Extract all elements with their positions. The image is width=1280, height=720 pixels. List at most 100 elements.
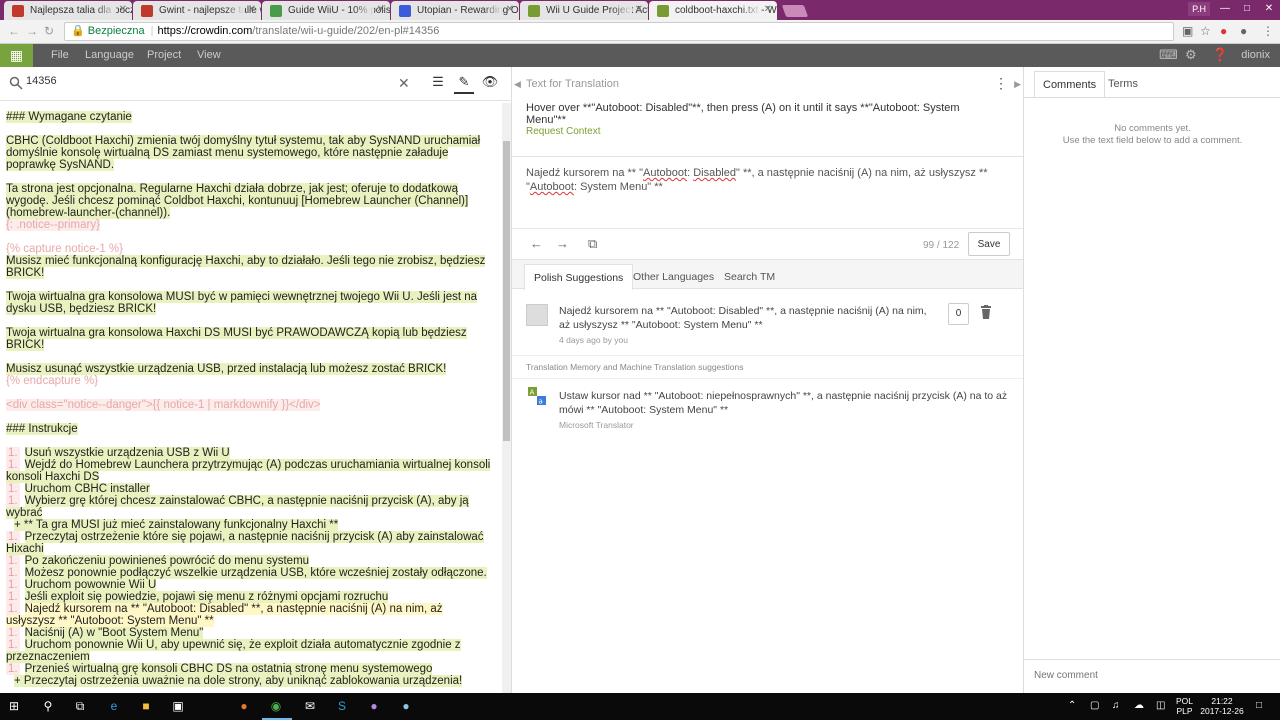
list-view-icon[interactable]: ☰ [428,74,448,94]
task-view-icon[interactable]: ⧉ [70,697,90,716]
store-icon[interactable]: ▣ [168,697,188,716]
suggestion-item[interactable]: Najedź kursorem na ** "Autoboot: Disable… [512,290,1023,356]
close-tab-icon[interactable]: ✕ [119,4,127,15]
file-explorer-icon[interactable]: ■ [136,697,156,716]
source-paragraph[interactable]: Twoja wirtualna gra konsolowa Haxchi DS … [6,327,494,351]
source-text[interactable]: CBHC (Coldboot Haxchi) zmienia twój domy… [6,135,481,171]
app-icon[interactable]: ● [364,697,384,716]
tab-comments[interactable]: Comments [1034,71,1106,98]
source-paragraph[interactable]: <div class="notice--danger">{{ notice-1 … [6,399,494,411]
list-item[interactable]: + Przeczytaj ostrzeżenia uważnie na dole… [6,675,494,687]
edit-mode-icon[interactable]: ✎ [454,74,474,94]
source-paragraph[interactable]: ### Instrukcje [6,423,494,435]
menu-view[interactable]: View [197,44,221,67]
step-text[interactable]: Usuń wszystkie urządzenia USB z Wii U [24,447,230,459]
browser-tab[interactable]: Gwint - najlepsze talie w ✕ [133,1,261,20]
url-bar[interactable]: 🔒 Bezpieczna | https://crowdin.com/transla… [64,22,1174,41]
source-paragraph[interactable]: CBHC (Coldboot Haxchi) zmienia twój domy… [6,135,494,171]
source-paragraph[interactable]: {% capture notice-1 %} [6,243,494,255]
source-text[interactable]: {% endcapture %} [6,375,98,387]
source-text[interactable]: {% capture notice-1 %} [6,243,123,255]
clear-search-icon[interactable]: ✕ [398,75,410,92]
close-tab-icon[interactable]: ✕ [377,4,385,15]
preview-eye-icon[interactable]: 👁 [480,74,500,94]
tab-other-languages[interactable]: Other Languages [624,264,723,290]
step-text[interactable]: + Przeczytaj ostrzeżenia uważnie na dole… [14,675,463,687]
suggestion-text[interactable]: Najedź kursorem na ** "Autoboot: Disable… [559,304,939,332]
close-window-icon[interactable]: ✕ [1258,0,1280,20]
volume-icon[interactable]: ♫ [1112,700,1120,711]
trash-icon[interactable] [980,305,992,319]
onedrive-icon[interactable]: ☁ [1134,700,1144,711]
battery-icon[interactable]: ◫ [1156,700,1165,711]
list-item[interactable]: 1. Najedź kursorem na ** "Autoboot: Disab… [6,603,494,627]
close-tab-icon[interactable]: ✕ [506,4,514,15]
save-button[interactable]: Save [968,232,1010,256]
maximize-icon[interactable]: □ [1236,0,1258,20]
step-text[interactable]: Możesz ponownie podłączyć wszelkie urząd… [24,567,487,579]
source-paragraph[interactable]: {: .notice--primary} [6,219,494,231]
notifications-icon[interactable]: □ [1256,700,1262,711]
translation-textarea[interactable]: Najedź kursorem na ** "Autoboot: Disable… [512,156,1023,228]
source-paragraph[interactable]: Musisz usunąć wszystkie urządzenia USB, … [6,363,494,375]
back-icon[interactable]: ← [8,24,20,38]
list-item[interactable]: 1. Wejdź do Homebrew Launchera przytrzymu… [6,459,494,483]
step-text[interactable]: Uruchom CBHC installer [24,483,150,495]
clock[interactable]: 21:22 2017-12-26 [1200,696,1244,716]
left-scrollbar[interactable] [502,103,511,693]
step-text[interactable]: Wejdź do Homebrew Launchera przytrzymują… [6,459,491,483]
step-text[interactable]: Po zakończeniu powinieneś powrócić do me… [24,555,310,567]
browser-tab[interactable]: Najlepsza talia dla począt✕ [4,1,132,20]
source-text[interactable]: ### Instrukcje [6,423,78,435]
next-string-icon[interactable]: → [556,236,569,251]
source-text[interactable]: ### Wymagane czytanie [6,111,132,123]
extension-icon[interactable]: ● [1220,24,1227,38]
close-tab-icon[interactable]: ✕ [635,4,643,15]
source-paragraph[interactable]: Musisz mieć funkcjonalną konfigurację Ha… [6,255,494,279]
list-item[interactable]: 1. Uruchom CBHC installer [6,483,494,495]
list-item[interactable]: 1. Po zakończeniu powinieneś powrócić do … [6,555,494,567]
menu-file[interactable]: File [51,44,69,67]
username[interactable]: dionix [1241,44,1270,67]
source-paragraph[interactable]: Ta strona jest opcjonalna. Regularne Hax… [6,183,494,219]
source-paragraph[interactable]: Twoja wirtualna gra konsolowa MUSI być w… [6,291,494,315]
list-item[interactable]: 1. Usuń wszystkie urządzenia USB z Wii U [6,447,494,459]
list-item[interactable]: 1. Wybierz grę której chcesz zainstalować… [6,495,494,519]
tab-polish-suggestions[interactable]: Polish Suggestions [524,264,634,290]
browser-tab[interactable]: Guide WiiU - 10% polish ✕ [262,1,390,20]
source-paragraph[interactable]: {% endcapture %} [6,375,494,387]
tab-search-tm[interactable]: Search TM [715,264,784,290]
list-item[interactable]: 1. Możesz ponownie podłączyć wszelkie urz… [6,567,494,579]
firefox-icon[interactable]: ● [234,697,254,716]
search-icon[interactable]: ⚲ [38,697,58,716]
browser-tab[interactable]: Wii U Guide Project Activ ✕ [520,1,648,20]
search-input[interactable] [26,75,386,87]
mt-suggestion-text[interactable]: Ustaw kursor nad ** "Autoboot: niepełnos… [559,389,1009,417]
new-tab-button[interactable] [781,5,809,17]
keyboard-icon[interactable]: ⌨ [1159,47,1178,63]
minimize-icon[interactable]: — [1214,0,1236,20]
step-text[interactable]: Przenieś wirtualną grę konsoli CBHC DS n… [24,663,433,675]
request-context-link[interactable]: Request Context [526,126,601,137]
list-item[interactable]: 1. Przeczytaj ostrzeżenie które się pojaw… [6,531,494,555]
source-text[interactable]: Twoja wirtualna gra konsolowa MUSI być w… [6,291,478,315]
vote-count[interactable]: 0 [948,303,969,325]
list-item[interactable]: + ** Ta gra MUSI już mieć zainstalowany … [6,519,494,531]
list-item[interactable]: 1. Jeśli exploit się powiedzie, pojawi si… [6,591,494,603]
reload-icon[interactable]: ↻ [44,24,54,38]
close-tab-icon[interactable]: ✕ [248,4,256,15]
profile-badge[interactable]: P.H [1188,2,1210,16]
translate-page-icon[interactable]: ▣ [1182,24,1193,38]
edge-icon[interactable]: e [104,697,124,716]
step-text[interactable]: Najedź kursorem na ** "Autoboot: Disable… [6,603,443,627]
skype-icon[interactable]: S [332,697,352,716]
bookmark-star-icon[interactable]: ☆ [1200,24,1211,38]
source-text[interactable]: {: .notice--primary} [6,219,100,231]
gear-icon[interactable]: ⚙ [1185,47,1197,63]
step-text[interactable]: Jeśli exploit się powiedzie, pojawi się … [24,591,389,603]
chrome-icon[interactable]: ◉ [266,697,286,716]
step-text[interactable]: Uruchom powownie Wii U [24,579,157,591]
copy-source-icon[interactable]: ⧉ [588,236,597,252]
source-text[interactable]: <div class="notice--danger">{{ notice-1 … [6,399,321,411]
new-comment-input[interactable] [1034,670,1264,681]
